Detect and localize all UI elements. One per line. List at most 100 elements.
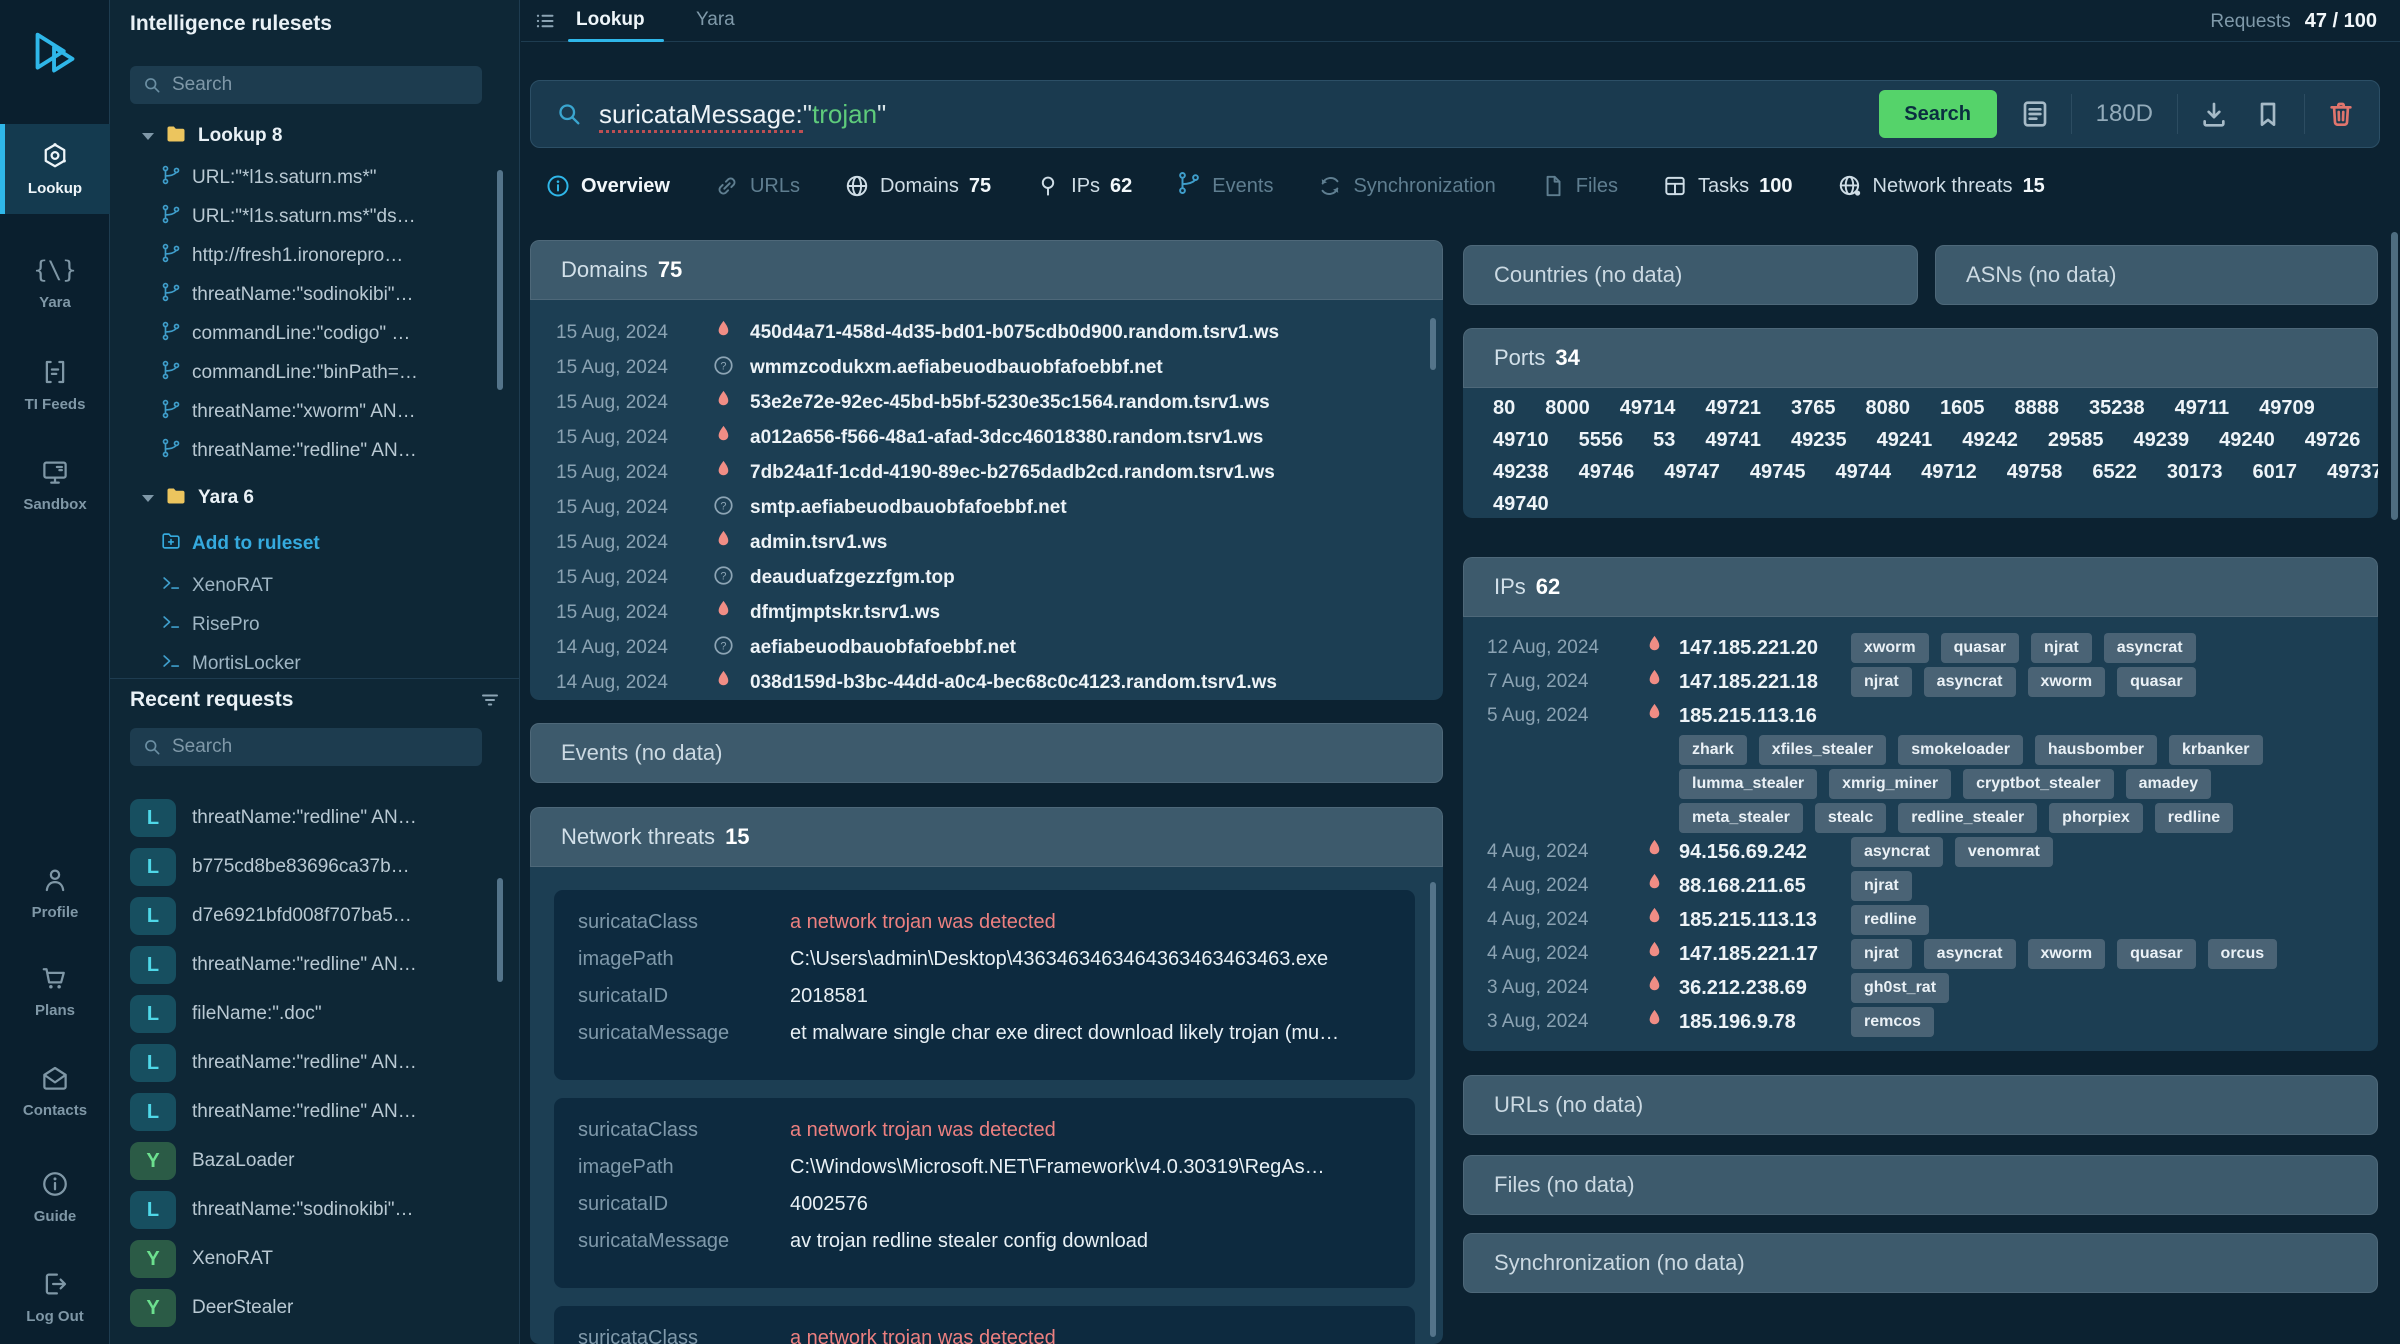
malware-tag[interactable]: njrat <box>1851 939 1912 969</box>
bookmark-icon[interactable] <box>2252 98 2284 130</box>
port-value[interactable]: 35238 <box>2089 397 2145 420</box>
port-value[interactable]: 49747 <box>1664 461 1720 484</box>
domain-row[interactable]: 15 Aug, 2024?deauduafzgezzfgm.top <box>530 560 1443 595</box>
recent-request-item[interactable]: LthreatName:"redline" AN… <box>130 1042 506 1084</box>
ip-row[interactable]: 5 Aug, 2024185.215.113.16 <box>1463 699 2378 733</box>
port-value[interactable]: 29585 <box>2048 429 2104 452</box>
malware-tag[interactable]: cryptbot_stealer <box>1963 769 2114 799</box>
rail-item-profile[interactable]: Profile <box>0 848 110 938</box>
network-threat-card[interactable]: suricataClassa network trojan was detect… <box>554 1098 1415 1288</box>
rail-item-guide[interactable]: Guide <box>0 1152 110 1242</box>
folder-yara[interactable]: Yara 6 <box>110 480 520 516</box>
domain-row[interactable]: 14 Aug, 2024?aefiabeuodbauobfafoebbf.net <box>530 630 1443 665</box>
port-value[interactable]: 8000 <box>1545 397 1590 420</box>
list-menu-icon[interactable] <box>533 9 557 33</box>
recent-request-item[interactable]: YDeerStealer <box>130 1287 506 1329</box>
recent-request-item[interactable]: YXenoRAT <box>130 1238 506 1280</box>
malware-tag[interactable]: zhark <box>1679 735 1747 765</box>
malware-tag[interactable]: njrat <box>1851 667 1912 697</box>
ip-row[interactable]: 4 Aug, 2024147.185.221.17njratasyncratxw… <box>1463 937 2378 971</box>
network-threat-card[interactable]: suricataClassa network trojan was detect… <box>554 890 1415 1080</box>
ruleset-item[interactable]: threatName:"xworm" AN… <box>110 392 506 431</box>
recent-request-item[interactable]: LthreatName:"redline" AN… <box>130 944 506 986</box>
malware-tag[interactable]: quasar <box>2117 939 2195 969</box>
malware-tag[interactable]: phorpiex <box>2049 803 2143 833</box>
ruleset-item[interactable]: threatName:"redline" AN… <box>110 431 506 470</box>
malware-tag[interactable]: smokeloader <box>1898 735 2023 765</box>
period-selector[interactable]: 180D <box>2096 100 2153 128</box>
recent-request-item[interactable]: LthreatName:"sodinokibi"… <box>130 1189 506 1231</box>
trash-icon[interactable] <box>2325 98 2357 130</box>
recent-request-item[interactable]: YBazaLoader <box>130 1140 506 1182</box>
top-tab-yara[interactable]: Yara <box>696 9 735 31</box>
malware-tag[interactable]: njrat <box>1851 871 1912 901</box>
malware-tag[interactable]: venomrat <box>1955 837 2053 867</box>
malware-tag[interactable]: meta_stealer <box>1679 803 1803 833</box>
domain-row[interactable]: 15 Aug, 2024450d4a71-458d-4d35-bd01-b075… <box>530 315 1443 350</box>
port-value[interactable]: 49737 <box>2327 461 2378 484</box>
port-value[interactable]: 49238 <box>1493 461 1549 484</box>
ip-row[interactable]: 3 Aug, 202436.212.238.69gh0st_rat <box>1463 971 2378 1005</box>
rail-item-contacts[interactable]: Contacts <box>0 1046 110 1136</box>
malware-tag[interactable]: stealc <box>1815 803 1886 833</box>
rulesets-search-input[interactable]: Search <box>130 66 482 104</box>
rail-item-plans[interactable]: Plans <box>0 946 110 1036</box>
ip-row[interactable]: 4 Aug, 2024185.215.113.13redline <box>1463 903 2378 937</box>
tab-synchronization[interactable]: Synchronization <box>1317 173 1495 199</box>
recent-search-input[interactable]: Search <box>130 728 482 766</box>
malware-tag[interactable]: asyncrat <box>1924 667 2016 697</box>
threats-scrollbar[interactable] <box>1430 882 1436 1337</box>
port-value[interactable]: 1605 <box>1940 397 1985 420</box>
recent-request-item[interactable]: LthreatName:"redline" AN… <box>130 797 506 839</box>
malware-tag[interactable]: asyncrat <box>2104 633 2196 663</box>
port-value[interactable]: 49744 <box>1836 461 1892 484</box>
port-value[interactable]: 53 <box>1653 429 1675 452</box>
ip-row[interactable]: 4 Aug, 202488.168.211.65njrat <box>1463 869 2378 903</box>
app-logo[interactable] <box>0 8 110 104</box>
malware-tag[interactable]: remcos <box>1851 1007 1934 1037</box>
tab-tasks[interactable]: Tasks100 <box>1662 173 1793 199</box>
malware-tag[interactable]: lumma_stealer <box>1679 769 1817 799</box>
malware-tag[interactable]: redline_stealer <box>1898 803 2037 833</box>
tab-ips[interactable]: IPs62 <box>1035 173 1132 199</box>
port-value[interactable]: 49240 <box>2219 429 2275 452</box>
port-value[interactable]: 30173 <box>2167 461 2223 484</box>
port-value[interactable]: 49758 <box>2007 461 2063 484</box>
top-tab-lookup[interactable]: Lookup <box>576 9 645 31</box>
tab-urls[interactable]: URLs <box>714 173 800 199</box>
domain-row[interactable]: 15 Aug, 2024admin.tsrv1.ws <box>530 525 1443 560</box>
port-value[interactable]: 49709 <box>2259 397 2315 420</box>
recent-scrollbar[interactable] <box>497 878 503 982</box>
port-value[interactable]: 49241 <box>1877 429 1933 452</box>
malware-tag[interactable]: redline <box>1851 905 1929 935</box>
domain-row[interactable]: 15 Aug, 2024a012a656-f566-48a1-afad-3dcc… <box>530 420 1443 455</box>
malware-tag[interactable]: gh0st_rat <box>1851 973 1949 1003</box>
ruleset-item[interactable]: URL:"*l1s.saturn.ms*" <box>110 158 506 197</box>
rail-item-logout[interactable]: Log Out <box>0 1252 110 1342</box>
yara-rule-item[interactable]: XenoRAT <box>110 566 506 605</box>
network-threat-card[interactable]: suricataClassa network trojan was detect… <box>554 1306 1415 1344</box>
port-value[interactable]: 49726 <box>2305 429 2361 452</box>
tab-events[interactable]: Events <box>1176 170 1273 202</box>
malware-tag[interactable]: xworm <box>2028 939 2106 969</box>
recent-request-item[interactable]: Lb775cd8be83696ca37b… <box>130 846 506 888</box>
port-value[interactable]: 6017 <box>2253 461 2298 484</box>
ruleset-item[interactable]: URL:"*l1s.saturn.ms*"ds… <box>110 197 506 236</box>
malware-tag[interactable]: asyncrat <box>1851 837 1943 867</box>
query-report-icon[interactable] <box>2019 98 2051 130</box>
tab-files[interactable]: Files <box>1540 173 1618 199</box>
folder-lookup[interactable]: Lookup 8 <box>110 118 520 154</box>
yara-rule-item[interactable]: RisePro <box>110 605 506 644</box>
rail-item-ti-feeds[interactable]: TI Feeds <box>0 340 110 430</box>
ruleset-item[interactable]: commandLine:"codigo" … <box>110 314 506 353</box>
domains-scrollbar[interactable] <box>1430 318 1436 370</box>
domain-row[interactable]: 15 Aug, 2024?wmmzcodukxm.aefiabeuodbauob… <box>530 350 1443 385</box>
port-value[interactable]: 8080 <box>1866 397 1911 420</box>
tab-domains[interactable]: Domains75 <box>844 173 991 199</box>
port-value[interactable]: 49242 <box>1962 429 2018 452</box>
malware-tag[interactable]: xworm <box>1851 633 1929 663</box>
tab-network-threats[interactable]: Network threats15 <box>1837 173 2045 199</box>
domain-row[interactable]: 15 Aug, 2024?smtp.aefiabeuodbauobfafoebb… <box>530 490 1443 525</box>
port-value[interactable]: 49721 <box>1705 397 1761 420</box>
port-value[interactable]: 49710 <box>1493 429 1549 452</box>
